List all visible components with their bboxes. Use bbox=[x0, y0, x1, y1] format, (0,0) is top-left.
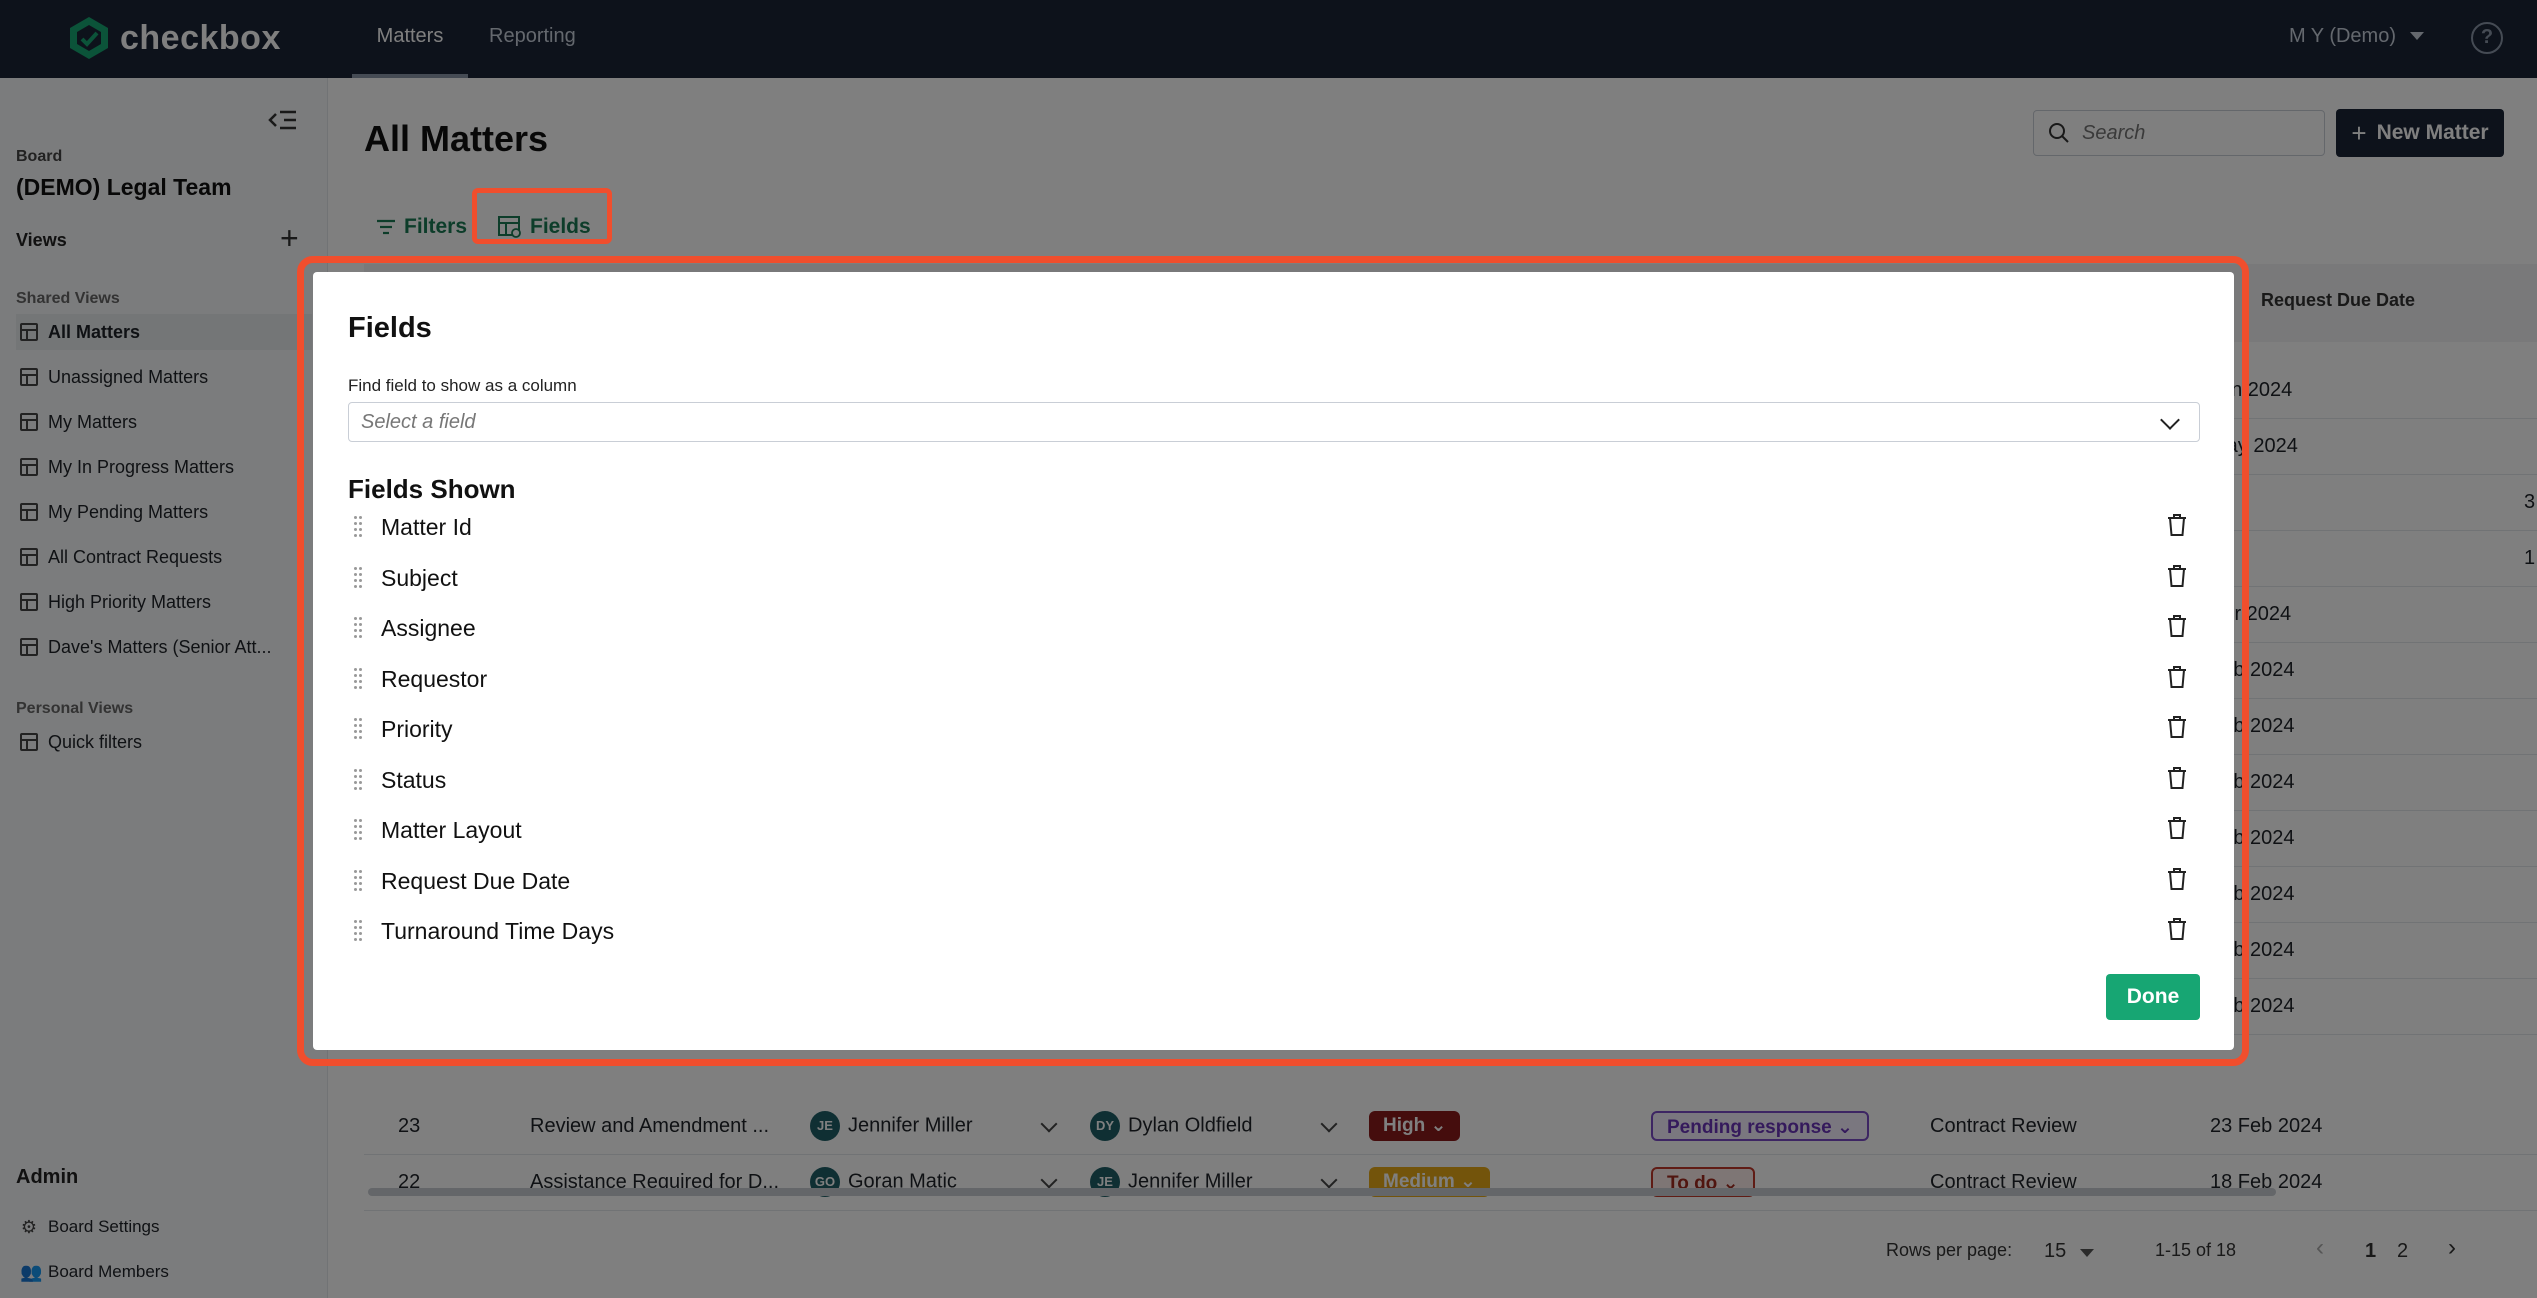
field-name: Request Due Date bbox=[381, 867, 571, 894]
field-name: Requestor bbox=[381, 665, 488, 692]
trash-icon[interactable] bbox=[2166, 513, 2188, 537]
trash-icon[interactable] bbox=[2166, 665, 2188, 689]
field-name: Status bbox=[381, 766, 447, 793]
field-row[interactable]: Status bbox=[348, 761, 2200, 801]
chevron-down-icon bbox=[2160, 410, 2180, 430]
field-row[interactable]: Matter Layout bbox=[348, 811, 2200, 851]
drag-handle-icon[interactable] bbox=[354, 516, 364, 537]
find-field-label: Find field to show as a column bbox=[348, 376, 577, 395]
field-name: Assignee bbox=[381, 615, 476, 641]
drag-handle-icon[interactable] bbox=[354, 566, 364, 588]
trash-icon[interactable] bbox=[2166, 614, 2188, 638]
field-select-placeholder: Select a field bbox=[361, 410, 476, 433]
drag-handle-icon[interactable] bbox=[354, 718, 364, 739]
field-row[interactable]: Matter Id bbox=[348, 508, 2200, 548]
drag-handle-icon[interactable] bbox=[354, 819, 364, 840]
field-select[interactable]: Select a field bbox=[348, 402, 2200, 442]
trash-icon[interactable] bbox=[2166, 867, 2188, 891]
fields-button-highlight bbox=[472, 188, 612, 244]
trash-icon[interactable] bbox=[2166, 715, 2188, 739]
fields-dialog: Fields Find field to show as a column Se… bbox=[313, 272, 2234, 1050]
field-name: Turnaround Time Days bbox=[381, 918, 615, 944]
drag-handle-icon[interactable] bbox=[354, 768, 364, 790]
field-name: Subject bbox=[381, 564, 458, 591]
drag-handle-icon[interactable] bbox=[354, 667, 364, 689]
done-button[interactable]: Done bbox=[2106, 974, 2200, 1020]
field-row[interactable]: Turnaround Time Days bbox=[348, 912, 2200, 952]
field-name: Matter Layout bbox=[381, 817, 522, 843]
field-row[interactable]: Request Due Date bbox=[348, 862, 2200, 902]
drag-handle-icon[interactable] bbox=[354, 617, 364, 638]
trash-icon[interactable] bbox=[2166, 766, 2188, 790]
trash-icon[interactable] bbox=[2166, 816, 2188, 840]
field-row[interactable]: Priority bbox=[348, 710, 2200, 750]
field-row[interactable]: Subject bbox=[348, 559, 2200, 599]
field-row[interactable]: Assignee bbox=[348, 609, 2200, 649]
trash-icon[interactable] bbox=[2166, 564, 2188, 588]
field-name: Matter Id bbox=[381, 514, 472, 540]
dialog-title: Fields bbox=[348, 312, 432, 344]
drag-handle-icon[interactable] bbox=[354, 869, 364, 891]
field-row[interactable]: Requestor bbox=[348, 660, 2200, 700]
drag-handle-icon[interactable] bbox=[354, 920, 364, 941]
field-name: Priority bbox=[381, 716, 453, 742]
trash-icon[interactable] bbox=[2166, 917, 2188, 941]
fields-shown-heading: Fields Shown bbox=[348, 474, 516, 504]
